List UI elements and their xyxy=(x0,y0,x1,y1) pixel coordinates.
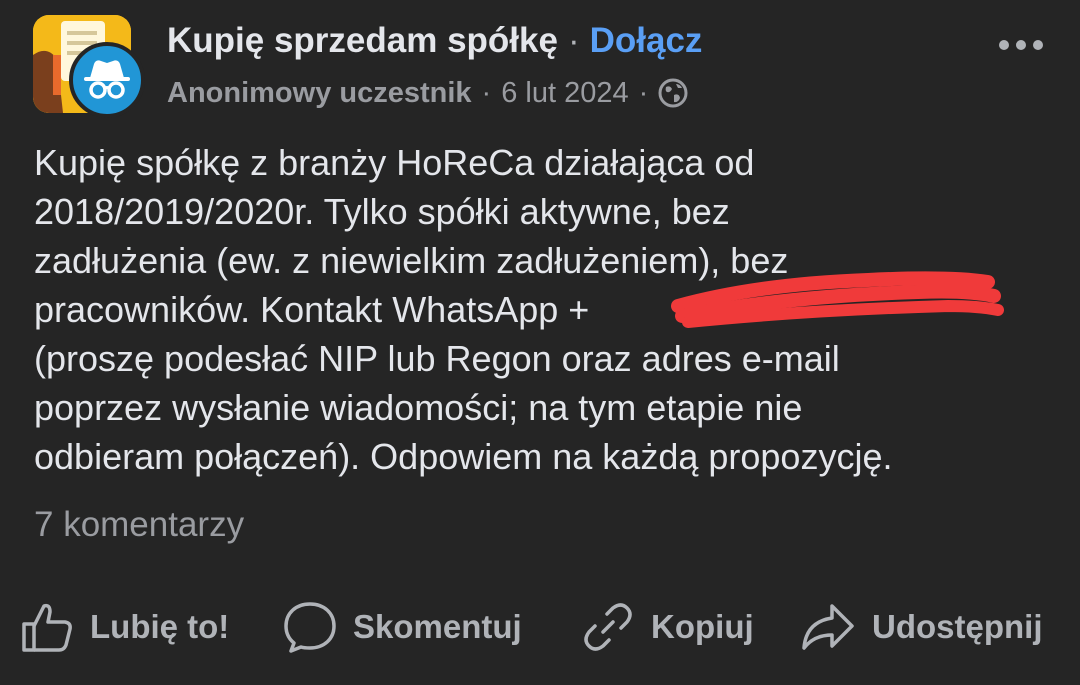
post-text-line: odbieram połączeń). Odpowiem na każdą pr… xyxy=(34,436,893,477)
comments-count-link[interactable]: 7 komentarzy xyxy=(34,505,244,545)
more-options-button[interactable] xyxy=(998,33,1044,57)
post-header-title: Kupię sprzedam spółkę · Dołącz xyxy=(167,18,702,64)
anonymous-avatar[interactable] xyxy=(69,42,145,118)
post-text-line: zadłużenia (ew. z niewielkim zadłużeniem… xyxy=(34,240,789,281)
share-label: Udostępnij xyxy=(872,608,1043,645)
comment-button[interactable]: Skomentuj xyxy=(283,595,522,659)
author-name[interactable]: Anonimowy uczestnik xyxy=(167,77,472,110)
post-card: Kupię sprzedam spółkę · Dołącz Anonimowy… xyxy=(0,0,1080,685)
post-text-line: Kupię spółkę z branży HoReCa działająca … xyxy=(34,142,755,183)
post-date[interactable]: 6 lut 2024 xyxy=(501,77,628,110)
meta-separator: · xyxy=(481,76,492,109)
share-button[interactable]: Udostępnij xyxy=(800,595,1043,659)
post-text: Kupię spółkę z branży HoReCa działająca … xyxy=(34,138,1064,481)
copy-label: Kopiuj xyxy=(651,608,754,645)
post-meta: Anonimowy uczestnik · 6 lut 2024 · xyxy=(167,72,688,114)
comment-label: Skomentuj xyxy=(353,608,522,645)
share-arrow-icon xyxy=(802,604,854,650)
copy-link-button[interactable]: Kopiuj xyxy=(581,595,754,659)
more-horizontal-icon xyxy=(999,40,1043,50)
meta-separator-2: · xyxy=(638,76,649,109)
action-bar: Lubię to! Skomentuj Kopiuj Udostępnij xyxy=(0,595,1080,659)
like-label: Lubię to! xyxy=(90,608,230,645)
like-button[interactable]: Lubię to! xyxy=(20,595,229,659)
title-separator: · xyxy=(567,21,580,60)
post-text-line: poprzez wysłanie wiadomości; na tym etap… xyxy=(34,387,803,428)
group-name-link[interactable]: Kupię sprzedam spółkę xyxy=(167,21,558,61)
post-text-line: (proszę podesłać NIP lub Regon oraz adre… xyxy=(34,338,840,379)
globe-icon xyxy=(658,78,688,108)
post-text-line: pracowników. Kontakt WhatsApp + xyxy=(34,289,590,330)
comment-bubble-icon xyxy=(284,602,336,653)
thumbs-up-icon xyxy=(22,603,72,652)
join-group-button[interactable]: Dołącz xyxy=(590,21,703,61)
post-text-line: 2018/2019/2020r. Tylko spółki aktywne, b… xyxy=(34,191,730,232)
incognito-icon xyxy=(84,60,130,99)
link-icon xyxy=(584,603,632,651)
